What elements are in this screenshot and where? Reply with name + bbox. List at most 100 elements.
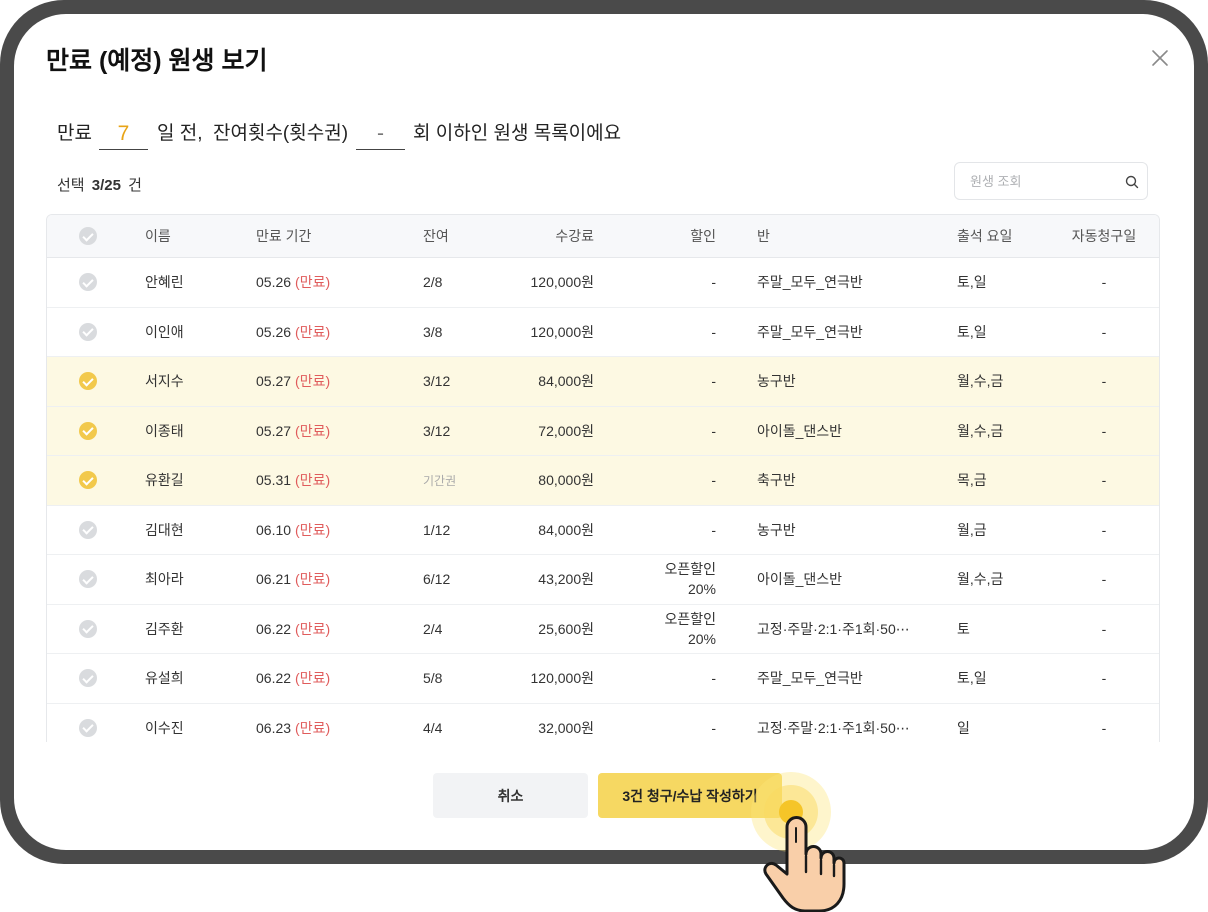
auto-billing-day: - (1101, 472, 1107, 489)
remaining-count: 4/4 (423, 719, 443, 736)
remaining-count: 3/12 (423, 373, 451, 390)
row-checkbox[interactable] (79, 357, 97, 406)
expiry-status: (만료) (295, 274, 331, 291)
row-checkbox[interactable] (79, 456, 97, 505)
check-icon (79, 322, 97, 341)
student-name: 김대현 (145, 521, 184, 538)
remaining-count: 5/8 (423, 670, 443, 687)
table-row[interactable]: 김주환 06.22 (만료) 2/4 25,600원 오픈할인 20% 고정·주말·… (47, 604, 1159, 654)
tuition-fee: 25,600원 (538, 620, 594, 637)
check-icon (79, 227, 97, 245)
attendance-days: 월,금 (957, 521, 987, 538)
row-checkbox[interactable] (79, 704, 97, 743)
row-checkbox[interactable] (79, 605, 97, 654)
expiry-date: 05.26 (256, 323, 292, 340)
expiry-period: 05.27 (만료) (256, 407, 330, 456)
table-row[interactable]: 안혜린 05.26 (만료) 2/8 120,000원 - 주말_모두_연극반 토… (47, 258, 1159, 308)
auto-billing-day: - (1101, 422, 1107, 439)
table-row[interactable]: 최아라 06.21 (만료) 6/12 43,200원 오픈할인 20% 아이돌_댄… (47, 555, 1159, 605)
class-name: 아이돌_댄스반 (757, 571, 843, 588)
selection-label: 선택 (57, 177, 85, 194)
search-icon[interactable] (1124, 174, 1140, 190)
student-name: 이수진 (145, 719, 184, 736)
attendance-days: 토,일 (957, 323, 987, 340)
row-checkbox[interactable] (79, 308, 97, 357)
header-discount: 할인 (690, 228, 716, 244)
remaining-count: 6/12 (423, 571, 451, 588)
expiry-period: 06.22 (만료) (256, 605, 330, 654)
remaining-count: 3/8 (423, 323, 443, 340)
expiry-date: 06.10 (256, 521, 292, 538)
discount-name: 오픈할인 (664, 610, 716, 627)
discount: - (616, 704, 716, 743)
table-row[interactable]: 이수진 06.23 (만료) 4/4 32,000원 - 고정·주말·2:1·주1… (47, 703, 1159, 743)
remaining-count: 1/12 (423, 521, 451, 538)
attendance-days: 목,금 (957, 472, 987, 489)
discount-name: - (711, 373, 716, 390)
tuition-fee: 84,000원 (538, 373, 594, 390)
remaining-count: 기간권 (423, 473, 457, 488)
expiry-date: 06.23 (256, 719, 292, 736)
auto-billing-day: - (1101, 373, 1107, 390)
selection-number: 3/25 (91, 177, 121, 194)
filter-remaining-label: 잔여횟수(횟수권) (213, 123, 349, 144)
table-row[interactable]: 이종태 05.27 (만료) 3/12 72,000원 - 아이돌_댄스반 월,수… (47, 406, 1159, 456)
check-icon (79, 718, 97, 737)
table-row[interactable]: 김대현 06.10 (만료) 1/12 84,000원 - 농구반 월,금 - (47, 505, 1159, 555)
search-input[interactable] (955, 163, 1115, 199)
row-checkbox[interactable] (79, 407, 97, 456)
tuition-fee: 72,000원 (538, 422, 594, 439)
remaining-count-input[interactable] (356, 118, 405, 150)
pointer-hand-icon (751, 772, 846, 912)
check-icon (79, 273, 97, 292)
class-name: 아이돌_댄스반 (757, 422, 843, 439)
auto-billing-day: - (1101, 323, 1107, 340)
table-row[interactable]: 유설희 06.22 (만료) 5/8 120,000원 - 주말_모두_연극반 토… (47, 654, 1159, 704)
expiry-status: (만료) (295, 521, 331, 538)
row-checkbox[interactable] (79, 654, 97, 703)
student-name: 이인애 (145, 323, 184, 340)
expiry-status: (만료) (295, 373, 331, 390)
tuition-fee: 120,000원 (530, 323, 595, 340)
expiry-date: 06.21 (256, 571, 292, 588)
class-name: 축구반 (757, 472, 796, 489)
selection-unit: 건 (128, 177, 142, 194)
discount-name: - (711, 422, 716, 439)
row-checkbox[interactable] (79, 506, 97, 555)
discount: - (616, 258, 716, 307)
expiry-period: 05.27 (만료) (256, 357, 330, 406)
auto-billing-day: - (1101, 521, 1107, 538)
attendance-days: 토,일 (957, 670, 987, 687)
table-row[interactable]: 유환길 05.31 (만료) 기간권 80,000원 - 축구반 목,금 - (47, 456, 1159, 506)
filter-suffix: 회 이하인 원생 목록이에요 (413, 123, 622, 144)
tuition-fee: 84,000원 (538, 521, 594, 538)
row-checkbox[interactable] (79, 258, 97, 307)
tuition-fee: 80,000원 (538, 472, 594, 489)
discount: - (616, 506, 716, 555)
table-row[interactable]: 서지수 05.27 (만료) 3/12 84,000원 - 농구반 월,수,금 - (47, 357, 1159, 407)
select-all-checkbox[interactable] (79, 215, 97, 257)
class-name: 고정·주말·2:1·주1회·50⋯ (757, 719, 910, 736)
check-icon (79, 619, 97, 638)
discount: - (616, 456, 716, 505)
row-checkbox[interactable] (79, 555, 97, 604)
discount: - (616, 357, 716, 406)
students-table[interactable]: 이름 만료 기간 잔여 수강료 할인 반 출석 요일 자동청구일 안혜린 05.… (46, 214, 1160, 742)
discount: 오픈할인 20% (616, 555, 716, 604)
expiry-date: 05.31 (256, 472, 292, 489)
remaining-count: 3/12 (423, 422, 451, 439)
check-icon (79, 570, 97, 589)
attendance-days: 토,일 (957, 274, 987, 291)
attendance-days: 월,수,금 (957, 571, 1004, 588)
expiry-days-input[interactable] (99, 118, 148, 150)
auto-billing-day: - (1101, 620, 1107, 637)
student-name: 유설희 (145, 670, 184, 687)
expiry-date: 05.27 (256, 373, 292, 390)
header-days: 출석 요일 (957, 228, 1013, 244)
close-icon[interactable] (1150, 48, 1170, 68)
discount: - (616, 407, 716, 456)
expiry-period: 05.31 (만료) (256, 456, 330, 505)
cancel-button[interactable]: 취소 (433, 773, 588, 818)
table-row[interactable]: 이인애 05.26 (만료) 3/8 120,000원 - 주말_모두_연극반 토… (47, 307, 1159, 357)
expiry-period: 05.26 (만료) (256, 308, 330, 357)
